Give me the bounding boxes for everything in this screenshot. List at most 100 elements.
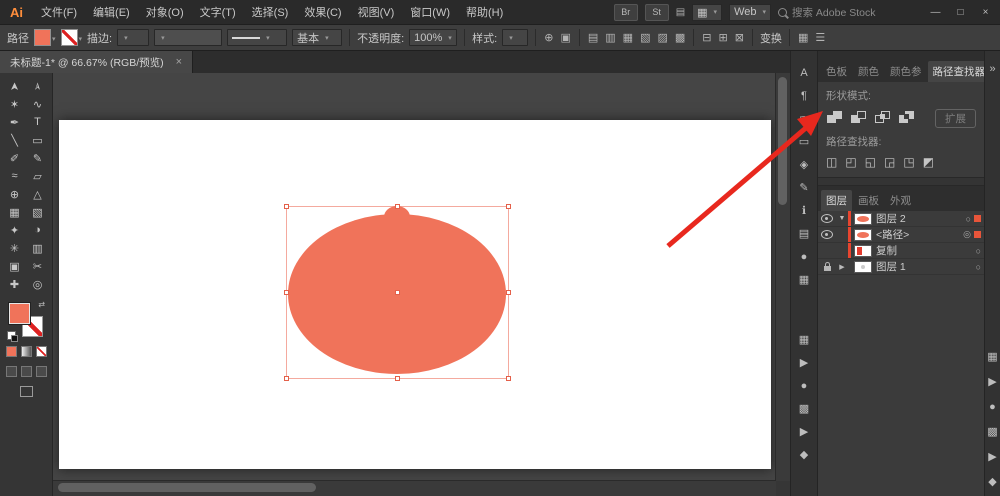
free-transform-tool[interactable]: ▱ bbox=[26, 167, 49, 185]
mesh-tool[interactable]: ▦ bbox=[3, 203, 26, 221]
menu-type[interactable]: 文字(T) bbox=[192, 4, 244, 20]
brushes-panel-icon[interactable]: ✑ bbox=[799, 113, 808, 125]
menu-file[interactable]: 文件(F) bbox=[33, 4, 85, 20]
minus-front-button[interactable] bbox=[850, 110, 867, 127]
brush-definition-dropdown[interactable] bbox=[154, 29, 222, 46]
minimize-button[interactable]: — bbox=[923, 1, 948, 23]
zoom-tool[interactable]: ◎ bbox=[26, 275, 49, 293]
expand-button[interactable]: 扩展 bbox=[935, 109, 976, 128]
handle-middle-left[interactable] bbox=[284, 290, 289, 295]
paragraph-panel-icon[interactable]: ¶ bbox=[801, 90, 807, 102]
align-left-button[interactable]: ▤ bbox=[587, 31, 599, 44]
width-tool[interactable]: ≈ bbox=[3, 167, 26, 185]
symbol-libraries-icon[interactable]: ◆ bbox=[800, 449, 808, 461]
swatch-libraries-icon[interactable]: ▶ bbox=[800, 357, 808, 369]
color-button[interactable] bbox=[6, 346, 17, 357]
menu-edit[interactable]: 编辑(E) bbox=[85, 4, 138, 20]
lock-toggle[interactable] bbox=[818, 263, 836, 271]
opacity-dropdown[interactable]: 100% bbox=[409, 29, 457, 46]
trim-button[interactable]: ◰ bbox=[845, 155, 856, 169]
isolate-selected-icon[interactable]: ▦ bbox=[797, 31, 809, 44]
direct-selection-tool[interactable]: ➢ bbox=[26, 77, 49, 95]
menu-effect[interactable]: 效果(C) bbox=[296, 4, 349, 20]
menu-object[interactable]: 对象(O) bbox=[138, 4, 192, 20]
swatches-library-icon[interactable]: ▶ bbox=[988, 376, 996, 388]
handle-center-point[interactable] bbox=[395, 290, 400, 295]
distribute-vertical-button[interactable]: ⊞ bbox=[718, 31, 729, 44]
symbol-sprayer-tool[interactable]: ✳ bbox=[3, 239, 26, 257]
menu-view[interactable]: 视图(V) bbox=[350, 4, 403, 20]
handle-bottom-right[interactable] bbox=[506, 376, 511, 381]
handle-top-right[interactable] bbox=[506, 204, 511, 209]
width-profile-dropdown[interactable] bbox=[227, 29, 287, 46]
exclude-button[interactable] bbox=[898, 110, 915, 127]
bridge-icon[interactable]: Br bbox=[614, 4, 638, 21]
color-guide-icon[interactable]: ● bbox=[801, 380, 808, 392]
stroke-color-control[interactable] bbox=[61, 29, 83, 46]
stroke-weight-dropdown[interactable] bbox=[117, 29, 149, 46]
tab-layers[interactable]: 图层 bbox=[821, 190, 852, 211]
tab-artboards[interactable]: 画板 bbox=[853, 190, 884, 211]
copy-name[interactable]: 复制 bbox=[876, 243, 897, 258]
control-panel-menu-icon[interactable]: ☰ bbox=[814, 31, 826, 44]
distribute-spacing-button[interactable]: ⊠ bbox=[734, 31, 745, 44]
navigator-panel-icon[interactable]: ● bbox=[801, 251, 808, 263]
shape-builder-tool[interactable]: ⊕ bbox=[3, 185, 26, 203]
distribute-horizontal-button[interactable]: ⊟ bbox=[701, 31, 712, 44]
horizontal-scrollbar[interactable] bbox=[53, 480, 776, 496]
basic-appearance-dropdown[interactable]: 基本 bbox=[292, 29, 342, 46]
layout-dropdown[interactable]: ▦ bbox=[692, 4, 722, 21]
divide-button[interactable]: ◫ bbox=[826, 155, 837, 169]
magic-wand-tool[interactable]: ✶ bbox=[3, 95, 26, 113]
brush-libraries-icon[interactable]: ▶ bbox=[800, 426, 808, 438]
tab-color[interactable]: 颜色 bbox=[853, 61, 884, 82]
perspective-grid-tool[interactable]: △ bbox=[26, 185, 49, 203]
artboard-tool[interactable]: ▣ bbox=[3, 257, 26, 275]
menu-help[interactable]: 帮助(H) bbox=[458, 4, 511, 20]
layer-row-layer1[interactable]: ▶ 图层 1 ○ bbox=[818, 259, 984, 275]
paintbrush-tool[interactable]: ✐ bbox=[3, 149, 26, 167]
fill-color-control[interactable] bbox=[34, 29, 56, 46]
align-top-button[interactable]: ▧ bbox=[639, 31, 651, 44]
path-name[interactable]: <路径> bbox=[876, 227, 909, 242]
rectangle-tool[interactable]: ▭ bbox=[26, 131, 49, 149]
expand-toggle[interactable]: ▶ bbox=[836, 263, 848, 271]
style-dropdown[interactable] bbox=[502, 29, 528, 46]
close-button[interactable]: × bbox=[973, 1, 998, 23]
line-segment-tool[interactable]: ╲ bbox=[3, 131, 26, 149]
draw-behind-button[interactable] bbox=[21, 366, 32, 377]
selection-tool[interactable]: ➤ bbox=[3, 77, 26, 95]
brushes-library-icon[interactable]: ▶ bbox=[988, 451, 996, 463]
tab-color-guide[interactable]: 颜色参 bbox=[885, 61, 927, 82]
target-circle[interactable]: ◎ bbox=[963, 229, 971, 240]
preferences-icon[interactable]: ▣ bbox=[559, 31, 571, 44]
align-middle-button[interactable]: ▨ bbox=[656, 31, 668, 44]
layer1-name[interactable]: 图层 1 bbox=[876, 259, 906, 274]
tab-swatches[interactable]: 色板 bbox=[821, 61, 852, 82]
vertical-scrollbar[interactable] bbox=[775, 73, 790, 481]
slice-tool[interactable]: ✂ bbox=[26, 257, 49, 275]
tab-close-icon[interactable]: × bbox=[176, 56, 182, 68]
symbols-library-icon[interactable]: ◆ bbox=[988, 476, 996, 488]
visibility-toggle[interactable] bbox=[818, 230, 836, 239]
horizontal-scroll-thumb[interactable] bbox=[58, 483, 316, 492]
minus-back-button[interactable]: ◩ bbox=[923, 155, 934, 169]
type-tool[interactable]: T bbox=[26, 113, 49, 131]
fill-swatch-tool[interactable] bbox=[9, 303, 30, 324]
layer-row-copy[interactable]: 复制 ○ bbox=[818, 243, 984, 259]
target-circle[interactable]: ○ bbox=[976, 262, 981, 272]
screen-mode-button[interactable] bbox=[20, 386, 33, 397]
stock-icon[interactable]: St bbox=[645, 4, 669, 21]
layer1-thumbnail[interactable] bbox=[854, 261, 872, 273]
blend-tool[interactable]: ◑ bbox=[26, 221, 49, 239]
expand-toggle[interactable]: ▼ bbox=[836, 215, 848, 222]
menu-select[interactable]: 选择(S) bbox=[244, 4, 297, 20]
tab-appearance[interactable]: 外观 bbox=[885, 190, 916, 211]
document-tab[interactable]: 未标题-1* @ 66.67% (RGB/预览) × bbox=[0, 51, 193, 73]
layer-row-layer2[interactable]: ▼ 图层 2 ○ bbox=[818, 211, 984, 227]
symbols-panel-icon[interactable]: ◈ bbox=[800, 159, 808, 171]
artboards-panel-icon[interactable]: ▭ bbox=[799, 136, 809, 148]
lasso-tool[interactable]: ∿ bbox=[26, 95, 49, 113]
transform-link[interactable]: 变换 bbox=[760, 30, 782, 46]
info-panel-icon[interactable]: ℹ bbox=[802, 205, 806, 217]
